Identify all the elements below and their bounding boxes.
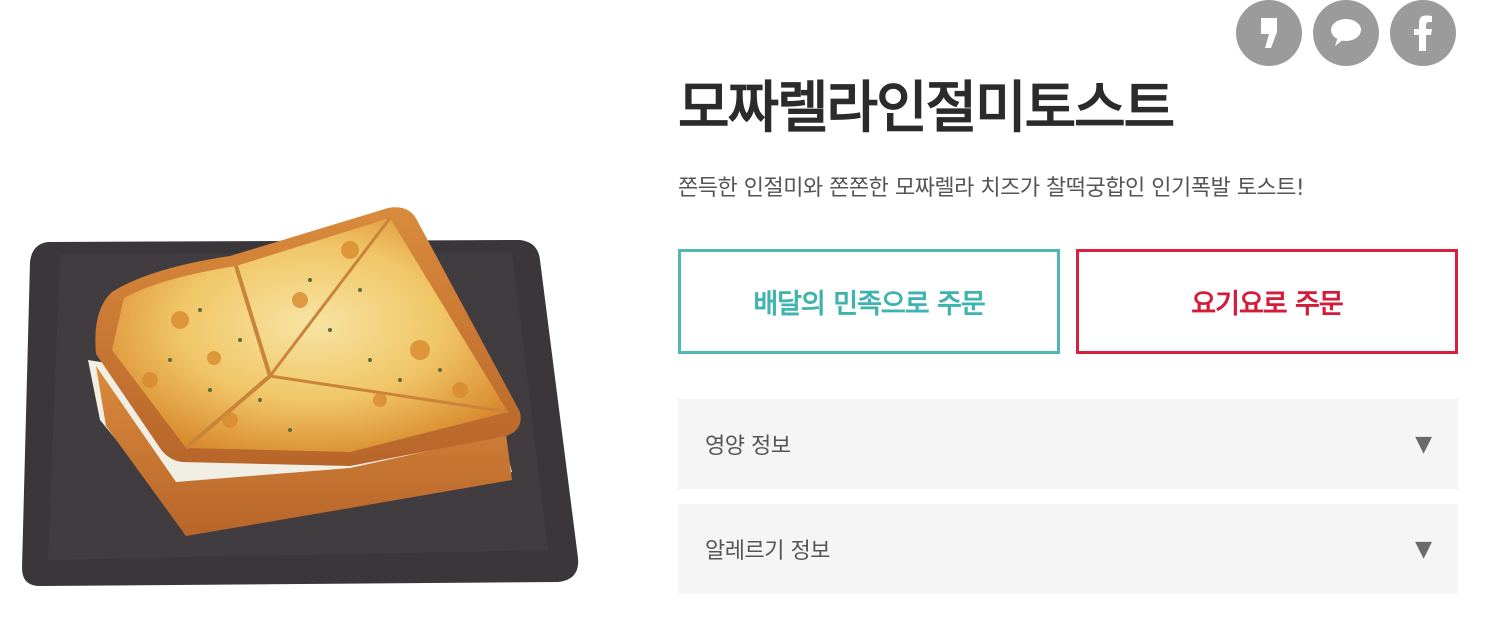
baemin-order-button[interactable]: 배달의 민족으로 주문 [678,249,1060,354]
kakaotalk-share-button[interactable] [1313,0,1379,66]
share-buttons [1236,0,1456,66]
product-image [22,207,579,586]
product-description: 쫀득한 인절미와 쫀쫀한 모짜렐라 치즈가 찰떡궁합인 인기폭발 토스트! [678,176,1305,201]
facebook-icon [1414,15,1432,51]
chevron-down-icon: ▼ [1415,536,1432,562]
allergy-info-label: 알레르기 정보 [705,539,830,564]
kakaostory-share-button[interactable] [1236,0,1302,66]
kakaostory-icon [1261,18,1277,48]
chevron-down-icon: ▼ [1415,431,1432,457]
facebook-share-button[interactable] [1390,0,1456,66]
nutrition-info-label: 영양 정보 [705,434,791,459]
kakaotalk-icon [1331,19,1361,46]
nutrition-info-toggle[interactable]: 영양 정보 ▼ [678,399,1458,489]
product-title: 모짜렐라인절미토스트 [678,76,1175,141]
yogiyo-order-button[interactable]: 요기요로 주문 [1076,249,1458,354]
allergy-info-toggle[interactable]: 알레르기 정보 ▼ [678,504,1458,594]
